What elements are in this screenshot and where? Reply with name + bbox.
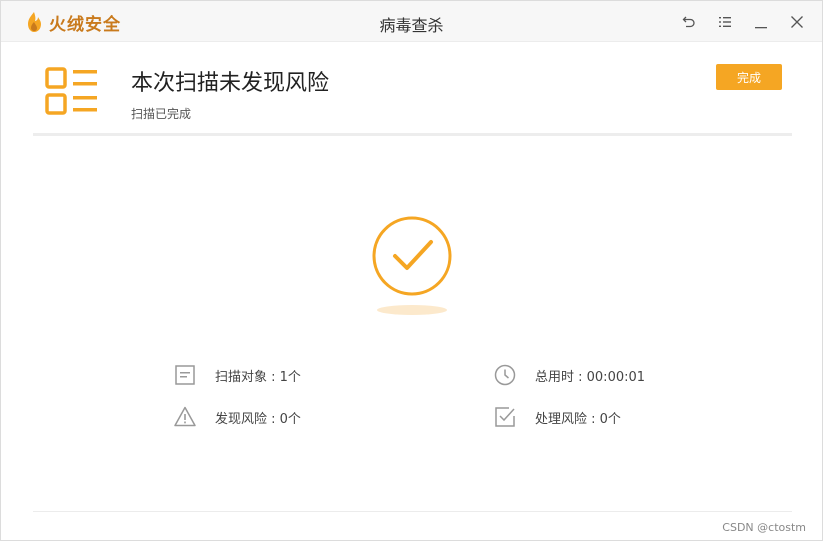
menu-button[interactable]: [714, 11, 736, 33]
scan-objects-text: 扫描对象 : 1个: [215, 369, 301, 385]
document-icon: [175, 365, 195, 385]
minimize-button[interactable]: [750, 11, 772, 33]
menu-icon: [719, 17, 731, 27]
header-divider: [33, 133, 792, 136]
stat-found-risks: 发现风险 : 0个: [173, 405, 301, 429]
check-circle-icon: [372, 216, 452, 296]
stat-handled-risks: 处理风险 : 0个: [493, 405, 621, 429]
app-window: 火绒安全 病毒查杀 本次扫描未发现风险 扫描已完成 完成 扫描对象: 1个 总…: [0, 0, 823, 541]
watermark-text: CSDN @ctostm: [722, 521, 806, 534]
minimize-icon: [755, 27, 767, 29]
back-icon: [682, 16, 695, 28]
handled-risks-text: 处理风险 : 0个: [535, 411, 621, 427]
done-button[interactable]: 完成: [716, 64, 782, 90]
close-icon: [791, 16, 803, 28]
warning-icon: [174, 406, 196, 427]
found-risks-text: 发现风险 : 0个: [215, 411, 301, 427]
check-shadow: [377, 305, 447, 315]
scan-result-title: 本次扫描未发现风险: [131, 71, 330, 96]
check-square-icon: [495, 407, 515, 427]
report-list-icon: [45, 67, 97, 115]
stat-scan-objects: 扫描对象 : 1个: [173, 363, 301, 387]
back-button[interactable]: [678, 11, 700, 33]
close-button[interactable]: [786, 11, 808, 33]
window-controls: [678, 11, 808, 33]
title-bar: 火绒安全 病毒查杀: [1, 1, 822, 42]
footer-divider: [33, 511, 792, 512]
stat-total-time: 总用时 : 00:00:01: [493, 363, 645, 387]
total-time-text: 总用时 : 00:00:01: [535, 369, 646, 385]
clock-icon: [494, 364, 516, 386]
scan-status-text: 扫描已完成: [131, 107, 192, 121]
